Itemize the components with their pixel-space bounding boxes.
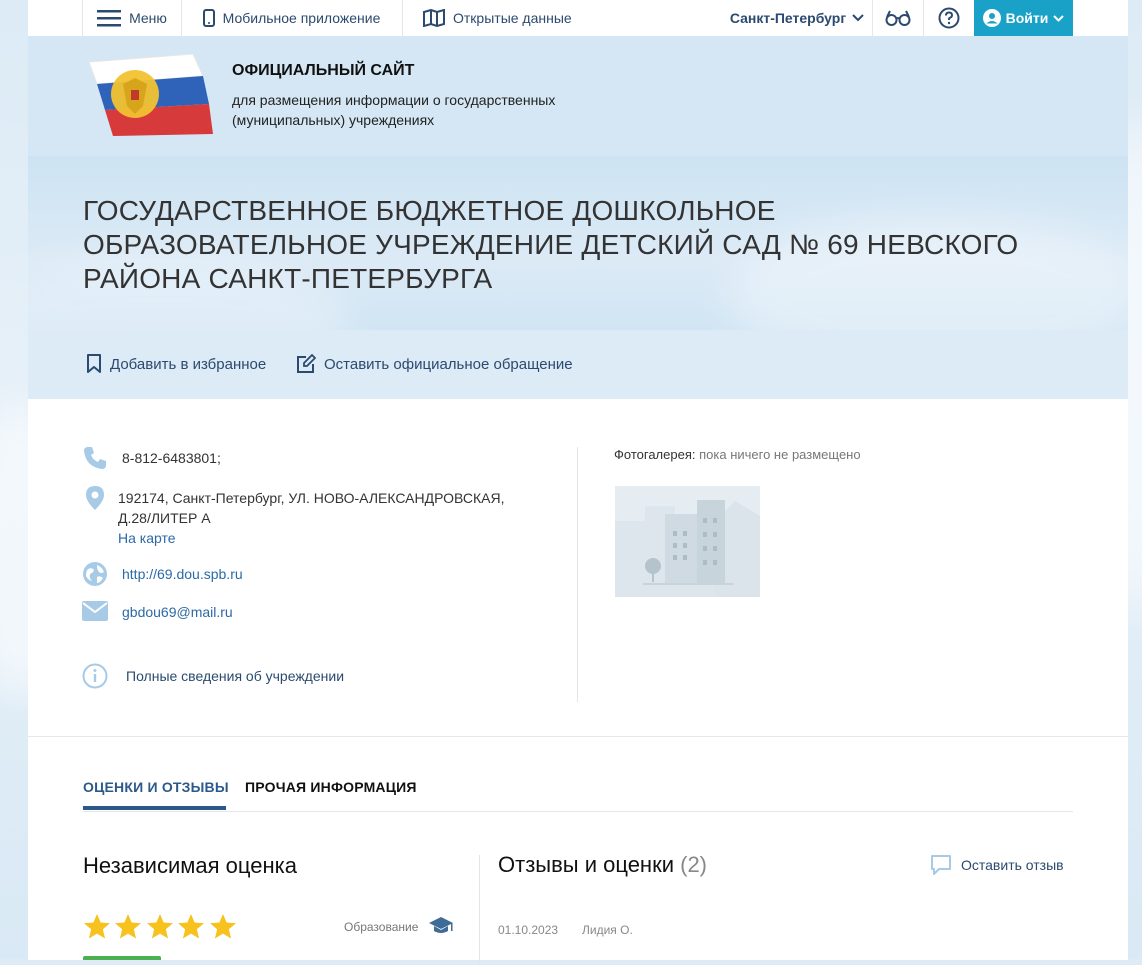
full-info-row: Полные сведения об учреждении bbox=[82, 663, 344, 689]
mobile-app-label: Мобильное приложение bbox=[222, 10, 381, 26]
active-tab-underline bbox=[83, 806, 226, 810]
user-circle-icon bbox=[982, 9, 1001, 27]
address-line-2: Д.28/ЛИТЕР А bbox=[118, 510, 211, 526]
site-title: ОФИЦИАЛЬНЫЙ САЙТ bbox=[232, 62, 415, 79]
envelope-icon bbox=[82, 601, 108, 621]
address-row: 192174, Санкт-Петербург, УЛ. НОВО-АЛЕКСА… bbox=[82, 485, 504, 548]
website-link[interactable]: http://69.dou.spb.ru bbox=[122, 566, 243, 582]
rating-badge-stub bbox=[83, 956, 161, 960]
phone-icon bbox=[84, 447, 106, 469]
star-icon bbox=[115, 914, 141, 939]
photo-gallery-label: Фотогалерея: пока ничего не размещено bbox=[614, 447, 861, 462]
reviews-heading: Отзывы и оценки (2) bbox=[498, 852, 707, 878]
tab-other-info[interactable]: ПРОЧАЯ ИНФОРМАЦИЯ bbox=[245, 779, 417, 795]
email-link[interactable]: gbdou69@mail.ru bbox=[122, 604, 233, 620]
map-pin-icon bbox=[86, 486, 104, 510]
leave-review-label: Оставить отзыв bbox=[961, 857, 1064, 873]
bookmark-icon bbox=[87, 354, 101, 373]
review-date: 01.10.2023 bbox=[498, 923, 559, 937]
login-label: Войти bbox=[1005, 10, 1049, 26]
reviews-divider bbox=[479, 855, 480, 965]
email-row: gbdou69@mail.ru bbox=[82, 601, 233, 621]
full-info-link[interactable]: Полные сведения об учреждении bbox=[126, 668, 344, 684]
graduation-cap-icon bbox=[429, 917, 453, 933]
help-button[interactable] bbox=[924, 0, 974, 36]
leave-review-button[interactable]: Оставить отзыв bbox=[930, 854, 1064, 876]
hero-banner: ГОСУДАРСТВЕННОЕ БЮДЖЕТНОЕ ДОШКОЛЬНОЕ ОБР… bbox=[28, 156, 1128, 330]
phone-row: 8-812-6483801; bbox=[82, 445, 221, 469]
star-icon bbox=[178, 914, 204, 939]
gallery-placeholder-image bbox=[615, 486, 760, 597]
phone-number[interactable]: 8-812-6483801; bbox=[122, 450, 221, 466]
official-appeal-link[interactable]: Оставить официальное обращение bbox=[296, 354, 573, 374]
institution-actions: Добавить в избранное Оставить официально… bbox=[28, 330, 1128, 399]
menu-label: Меню bbox=[129, 10, 167, 26]
accessibility-glasses-button[interactable] bbox=[873, 0, 924, 36]
on-map-link[interactable]: На карте bbox=[118, 528, 504, 548]
comment-icon bbox=[931, 855, 951, 875]
hamburger-icon bbox=[97, 10, 122, 27]
globe-icon bbox=[83, 562, 107, 586]
flag-emblem-icon bbox=[88, 53, 213, 136]
tab-ratings-reviews[interactable]: ОЦЕНКИ И ОТЗЫВЫ bbox=[83, 779, 229, 795]
menu-button[interactable]: Меню bbox=[82, 0, 182, 36]
star-icon bbox=[210, 914, 236, 939]
star-icon bbox=[84, 914, 110, 939]
region-label: Санкт-Петербург bbox=[729, 10, 847, 26]
site-logo[interactable] bbox=[83, 53, 215, 136]
chevron-down-icon bbox=[1053, 14, 1065, 22]
top-navigation-bar: Меню Мобильное приложение Открытые данны… bbox=[28, 0, 1128, 36]
add-to-favorites-label: Добавить в избранное bbox=[110, 355, 267, 373]
site-header: ОФИЦИАЛЬНЫЙ САЙТ для размещения информац… bbox=[28, 36, 1128, 156]
chevron-down-icon bbox=[852, 14, 864, 22]
reviews-section: ОЦЕНКИ И ОТЗЫВЫ ПРОЧАЯ ИНФОРМАЦИЯ Незави… bbox=[28, 736, 1128, 965]
add-to-favorites-link[interactable]: Добавить в избранное bbox=[86, 354, 266, 374]
building-placeholder-icon bbox=[615, 486, 760, 597]
book-icon bbox=[423, 9, 445, 27]
open-data-label: Открытые данные bbox=[453, 10, 572, 26]
question-circle-icon bbox=[938, 7, 960, 29]
institution-info-panel: 8-812-6483801; 192174, Санкт-Петербург, … bbox=[28, 399, 1128, 736]
official-appeal-label: Оставить официальное обращение bbox=[324, 355, 573, 373]
rating-category-label: Образование bbox=[344, 920, 419, 934]
region-selector[interactable]: Санкт-Петербург bbox=[722, 0, 873, 36]
edit-icon bbox=[297, 354, 316, 373]
login-button[interactable]: Войти bbox=[974, 0, 1073, 36]
glasses-icon bbox=[885, 10, 911, 26]
independent-rating-heading: Независимая оценка bbox=[83, 853, 297, 878]
tabs-divider bbox=[83, 811, 1073, 812]
star-icon bbox=[147, 914, 173, 939]
site-subtitle: для размещения информации о государствен… bbox=[232, 92, 556, 128]
info-divider bbox=[577, 447, 578, 702]
address-line-1: 192174, Санкт-Петербург, УЛ. НОВО-АЛЕКСА… bbox=[118, 490, 505, 506]
photo-gallery-title: Фотогалерея: bbox=[614, 447, 696, 462]
open-data-link[interactable]: Открытые данные bbox=[403, 0, 623, 36]
reviews-heading-text: Отзывы и оценки bbox=[498, 852, 674, 877]
website-row: http://69.dou.spb.ru bbox=[82, 561, 243, 586]
review-author: Лидия О. bbox=[582, 923, 633, 937]
reviews-count: (2) bbox=[680, 852, 708, 877]
photo-gallery-empty-text: пока ничего не размещено bbox=[699, 447, 861, 462]
mobile-app-link[interactable]: Мобильное приложение bbox=[181, 0, 403, 36]
institution-name: ГОСУДАРСТВЕННОЕ БЮДЖЕТНОЕ ДОШКОЛЬНОЕ ОБР… bbox=[83, 195, 1019, 294]
info-circle-icon bbox=[82, 663, 108, 689]
smartphone-icon bbox=[202, 9, 215, 27]
